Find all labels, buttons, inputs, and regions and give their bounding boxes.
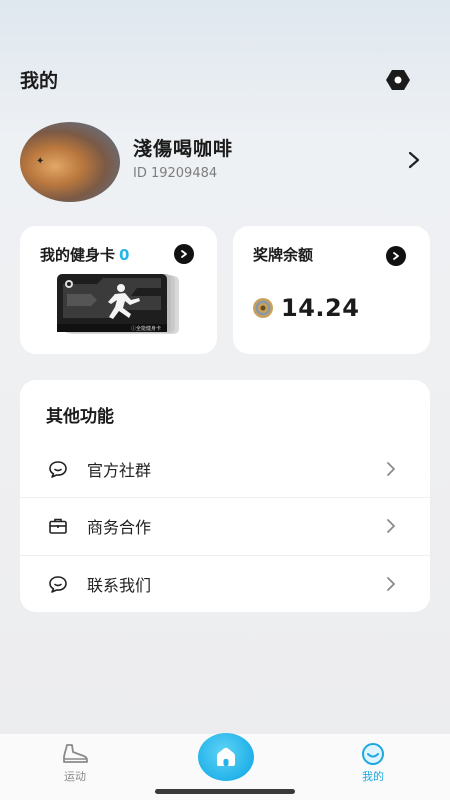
bird-icon: ✦	[36, 156, 45, 167]
chevron-right-icon	[387, 577, 395, 591]
chat-bubble-icon	[49, 461, 67, 478]
tab-mine-label: 我的	[362, 770, 384, 783]
tab-exercise-label: 运动	[64, 770, 86, 783]
shoe-icon	[63, 744, 88, 763]
fitness-card-panel[interactable]: 我的健身卡 0 ⓘ全能健身卡	[20, 226, 217, 354]
briefcase-icon	[49, 518, 67, 534]
home-icon	[217, 747, 235, 766]
medal-balance-panel[interactable]: 奖牌余额 14.24	[233, 226, 430, 354]
fitness-card-count: 0	[119, 246, 130, 264]
medal-balance-arrow-button[interactable]	[386, 246, 406, 266]
menu-item-label: 联系我们	[87, 576, 152, 595]
other-functions-title: 其他功能	[46, 407, 114, 427]
medal-balance-title: 奖牌余额	[253, 246, 314, 264]
page-title: 我的	[20, 70, 59, 92]
profile-id: ID 19209484	[133, 166, 218, 181]
menu-item-label: 官方社群	[87, 461, 152, 480]
menu-item-official-community[interactable]: 官方社群	[20, 440, 430, 498]
gear-icon	[386, 70, 410, 90]
fitness-card-caption: ⓘ全能健身卡	[131, 325, 161, 332]
contact-bubble-icon	[49, 576, 67, 593]
chevron-right-icon	[387, 462, 395, 476]
profile-name: 淺傷喝咖啡	[133, 138, 234, 160]
menu-item-label: 商务合作	[87, 518, 152, 537]
menu-item-business-cooperation[interactable]: 商务合作	[20, 497, 430, 555]
chevron-right-icon	[181, 250, 187, 258]
smile-icon	[362, 743, 384, 765]
medal-balance-row: 14.24	[251, 294, 359, 322]
medal-balance-value: 14.24	[281, 294, 360, 322]
chevron-right-icon	[387, 519, 395, 533]
tab-mine[interactable]: 我的	[333, 734, 413, 794]
fitness-card-label: 我的健身卡	[40, 246, 116, 264]
other-functions-panel: 其他功能 官方社群 商务合作 联系我们	[20, 380, 430, 612]
tab-exercise[interactable]: 运动	[35, 734, 115, 794]
tab-home-button[interactable]	[198, 733, 254, 781]
settings-button[interactable]	[383, 66, 413, 94]
chevron-right-icon[interactable]	[404, 148, 424, 172]
home-indicator	[155, 789, 295, 794]
medal-icon	[253, 298, 273, 318]
avatar[interactable]: ✦	[20, 122, 120, 202]
fitness-card-image: ⓘ全能健身卡	[57, 274, 179, 334]
menu-item-contact-us[interactable]: 联系我们	[20, 555, 430, 613]
fitness-card-title: 我的健身卡 0	[40, 244, 129, 265]
fitness-card-arrow-button[interactable]	[174, 244, 194, 264]
chevron-right-icon	[393, 252, 399, 260]
